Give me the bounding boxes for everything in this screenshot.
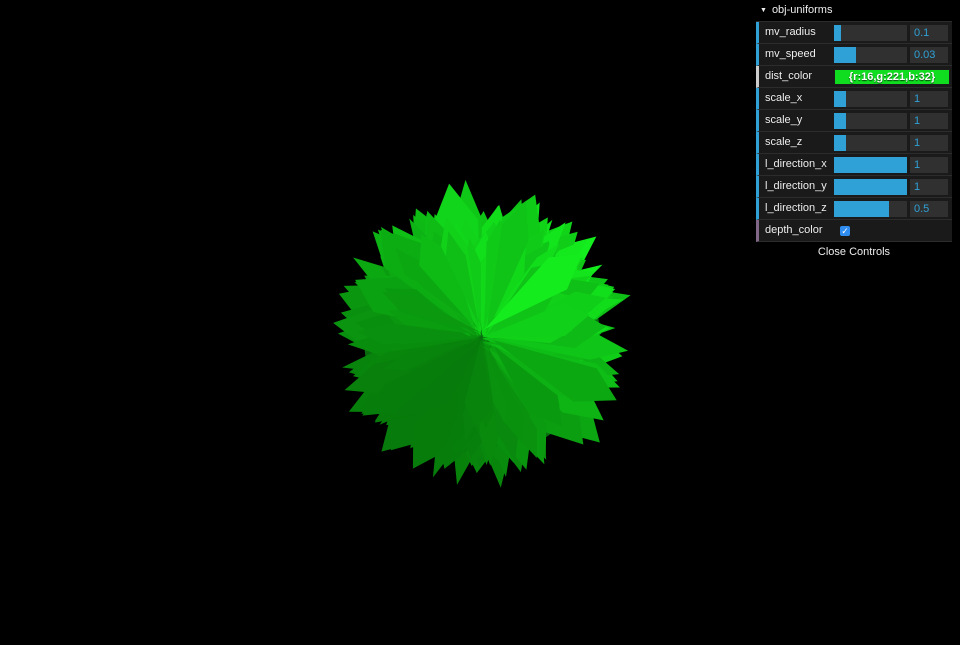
control-mv-speed: mv_speed 0.03 [756,44,952,66]
control-label: depth_color [765,224,823,236]
slider-fill [834,157,907,173]
slider[interactable] [834,179,907,195]
slider-fill [834,135,847,151]
control-l-direction-z: l_direction_z 0.5 [756,198,952,220]
value-input[interactable]: 1 [910,157,948,173]
control-label: scale_y [765,114,803,126]
slider[interactable] [834,201,907,217]
control-label: l_direction_x [765,158,827,170]
control-scale-x: scale_x 1 [756,88,952,110]
control-label: scale_z [765,136,803,148]
slider[interactable] [834,135,907,151]
slider-fill [834,201,889,217]
control-label: mv_radius [765,26,816,38]
controls-panel: ▼ obj-uniforms mv_radius 0.1 mv_speed 0.03… [756,0,952,262]
control-l-direction-y: l_direction_y 1 [756,176,952,198]
control-l-direction-x: l_direction_x 1 [756,154,952,176]
slider[interactable] [834,47,907,63]
control-mv-radius: mv_radius 0.1 [756,22,952,44]
value-input[interactable]: 1 [910,135,948,151]
slider[interactable] [834,91,907,107]
slider[interactable] [834,157,907,173]
value-input[interactable]: 1 [910,179,948,195]
value-input[interactable]: 0.1 [910,25,948,41]
slider-fill [834,47,856,63]
slider-fill [834,25,842,41]
control-label: scale_x [765,92,803,104]
control-label: l_direction_z [765,202,827,214]
control-scale-z: scale_z 1 [756,132,952,154]
color-picker[interactable]: {r:16,g:221,b:32} [834,69,950,85]
folder-title-label: obj-uniforms [771,4,833,16]
control-scale-y: scale_y 1 [756,110,952,132]
value-input[interactable]: 0.03 [910,47,948,63]
value-input[interactable]: 1 [910,91,948,107]
depth-color-checkbox[interactable]: ✓ [840,226,850,236]
slider-fill [834,91,847,107]
control-label: dist_color [765,70,813,82]
control-label: l_direction_y [765,180,827,192]
control-depth-color: depth_color ✓ [756,220,952,242]
slider[interactable] [834,113,907,129]
control-label: mv_speed [765,48,816,60]
folder-title[interactable]: ▼ obj-uniforms [756,0,952,22]
value-input[interactable]: 1 [910,113,948,129]
slider[interactable] [834,25,907,41]
triangle-down-icon: ▼ [760,7,767,14]
value-input[interactable]: 0.5 [910,201,948,217]
slider-fill [834,179,907,195]
control-dist-color: dist_color {r:16,g:221,b:32} [756,66,952,88]
slider-fill [834,113,847,129]
close-controls-button[interactable]: Close Controls [756,242,952,262]
spiky-sphere [333,179,631,488]
